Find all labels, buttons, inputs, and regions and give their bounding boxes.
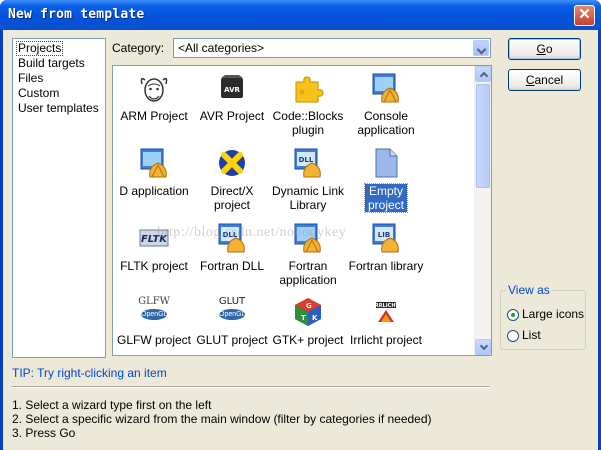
sidebar-item-projects[interactable]: Projects [16,41,64,56]
title-bar[interactable]: New from template ✕ [0,0,601,30]
view-as-group: View as Large icons List [500,283,586,350]
large-icons-radio[interactable] [507,309,519,321]
svg-text:AVR: AVR [224,86,240,94]
template-label: GLUT project [196,333,268,347]
go-label: o [545,42,553,56]
new-from-template-dialog: New from template ✕ Projects Build targe… [0,0,601,450]
list-label[interactable]: List [522,328,541,342]
template-label: AVR Project [199,109,265,123]
instruction-line-2: 2. Select a specific wizard from the mai… [12,412,432,426]
blank-file-icon [375,148,398,178]
sidebar-item-user-templates[interactable]: User templates [16,101,101,116]
console-app-icon [372,73,399,103]
sidebar-item-files[interactable]: Files [16,71,45,86]
scroll-up-button[interactable] [475,66,491,82]
svg-text:T: T [301,314,306,322]
scroll-thumb[interactable] [476,84,490,188]
dialog-body: Projects Build targets Files Custom User… [3,30,598,450]
svg-text:G: G [306,302,312,310]
chevron-down-icon[interactable] [473,40,489,56]
glut-icon: GLUT OpenGL [218,296,246,320]
template-label: Dynamic Link Library [271,184,345,212]
category-value: <All categories> [178,41,265,55]
template-scrollbar[interactable] [474,66,491,355]
list-radio[interactable] [507,330,519,342]
template-label: Console application [357,109,415,137]
gtk-icon: T K G [295,298,321,326]
template-label: ARM Project [120,109,188,123]
scroll-down-button[interactable] [475,339,491,355]
gnu-icon [140,77,168,102]
glfw-icon: GLFW OpenGL [138,296,170,320]
template-label: Empty project [364,183,408,213]
template-label: FLTK project [120,259,188,273]
sidebar-item-build-targets[interactable]: Build targets [16,56,87,71]
close-button[interactable]: ✕ [574,5,595,26]
template-label: Fortran library [348,259,424,273]
instruction-line-3: 3. Press Go [12,426,76,440]
d-app-icon [140,148,167,178]
template-label: D application [119,184,189,198]
directx-icon [219,150,245,176]
template-grid[interactable]: ARM Project AVR AVR Project Code::Blocks… [112,65,492,356]
instruction-line-1: 1. Select a wizard type first on the lef… [12,398,212,412]
watermark: http://blog.csdn.net/nobodykey [157,225,347,240]
cancel-button[interactable]: Cancel [508,69,581,91]
svg-text:LIB: LIB [378,231,390,239]
avr-chip-icon: AVR [221,75,243,98]
irrlicht-icon: IRRLICHT [373,300,400,324]
go-mnemonic: G [536,42,546,56]
template-label: GTK+ project [272,333,344,347]
go-button[interactable]: Go [508,38,581,60]
tip-text: TIP: Try right-clicking an item [12,366,167,380]
cancel-label: ancel [534,73,564,87]
puzzle-icon [295,76,324,103]
template-label: Direct/X project [210,184,254,212]
category-label: Category: [112,41,165,55]
wizard-type-list[interactable]: Projects Build targets Files Custom User… [12,38,106,358]
sidebar-item-custom[interactable]: Custom [16,86,61,101]
template-label: Fortran DLL [199,259,265,273]
template-label: Irrlicht project [349,333,423,347]
template-label: GLFW project [116,333,191,347]
dll-icon: DLL [294,148,321,178]
view-as-title: View as [506,283,552,297]
template-label: Fortran application [279,259,337,287]
fortran-lib-icon: LIB [372,223,399,253]
large-icons-label[interactable]: Large icons [522,307,584,321]
svg-text:IRRLICHT: IRRLICHT [373,303,399,309]
separator [12,386,490,388]
template-label: Code::Blocks plugin [272,109,344,137]
svg-text:K: K [312,314,318,322]
category-dropdown[interactable]: <All categories> [173,38,491,58]
window-title: New from template [8,7,145,22]
